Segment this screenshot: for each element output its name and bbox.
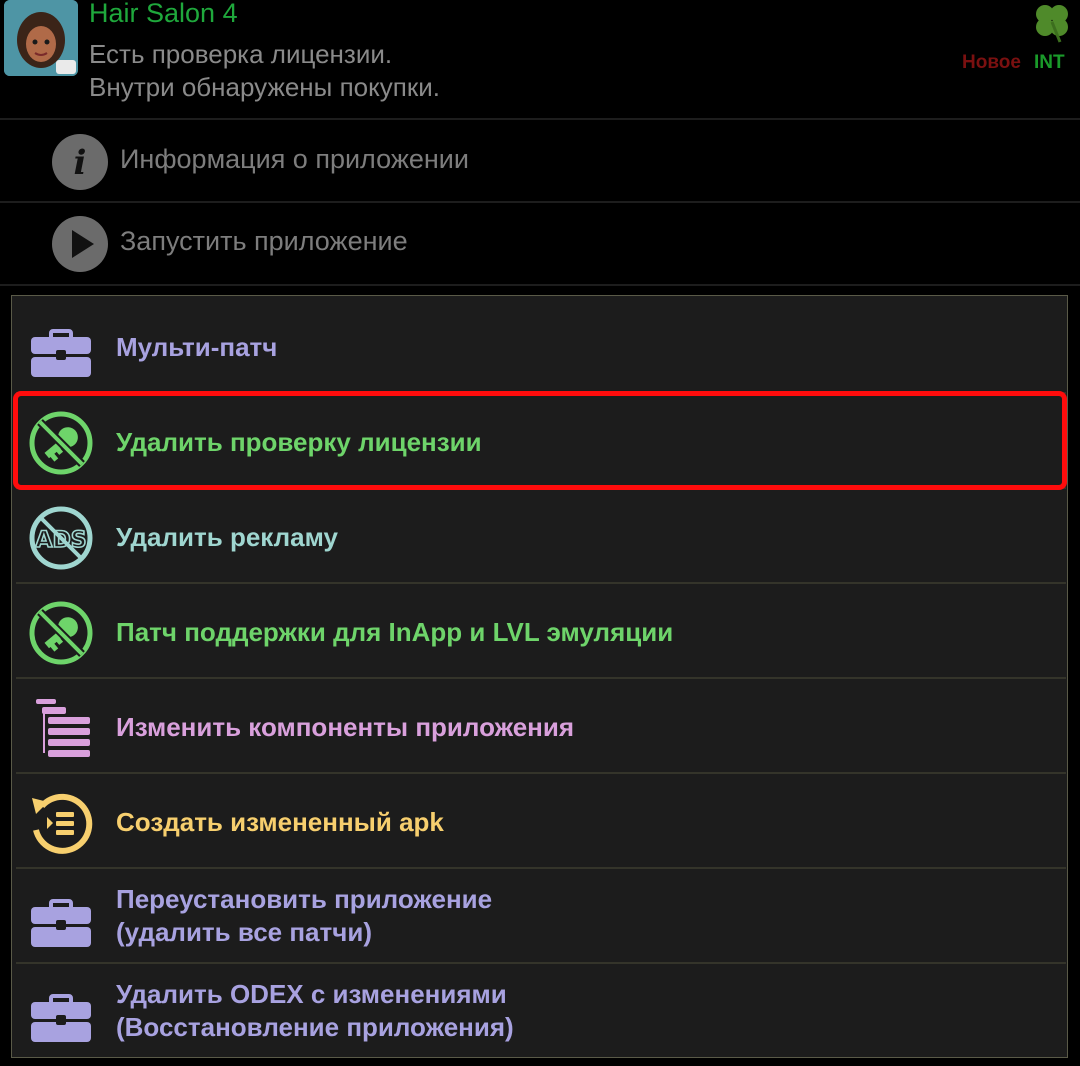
menu-item-create-modified-apk[interactable]: Создать измененный apk xyxy=(16,775,1066,869)
menu-item-label: Удалить рекламу xyxy=(116,522,338,552)
menu-item-change-components[interactable]: Изменить компоненты приложения xyxy=(16,680,1066,774)
menu-item-inapp-lvl-patch[interactable]: Патч поддержки для InApp и LVL эмуляции xyxy=(16,585,1066,679)
app-icon xyxy=(4,0,78,76)
app-description: Есть проверка лицензии. Внутри обнаружен… xyxy=(89,38,440,104)
menu-item-label: Создать измененный apk xyxy=(116,807,444,837)
components-list-icon xyxy=(36,699,90,757)
menu-item-label-line: Удалить ODEX с изменениями xyxy=(116,979,507,1009)
svg-text:i: i xyxy=(74,143,87,183)
no-license-key-icon xyxy=(29,601,93,665)
launch-app-action[interactable]: Запустить приложение xyxy=(0,204,1080,284)
app-header[interactable]: Hair Salon 4 Есть проверка лицензии. Вну… xyxy=(0,0,1080,118)
menu-item-label: Переустановить приложение (удалить все п… xyxy=(116,883,492,949)
toolbox-icon xyxy=(31,994,91,1042)
app-title: Hair Salon 4 xyxy=(89,0,238,28)
app-description-line: Внутри обнаружены покупки. xyxy=(89,72,440,102)
menu-item-label-line: Переустановить приложение xyxy=(116,884,493,914)
menu-item-label: Патч поддержки для InApp и LVL эмуляции xyxy=(116,617,674,647)
app-description-line: Есть проверка лицензии. xyxy=(89,39,393,69)
menu-item-label-line: (удалить все патчи) xyxy=(116,917,372,947)
info-icon: i xyxy=(52,134,108,190)
rebuild-apk-icon xyxy=(32,793,93,854)
menu-item-label-line: (Восстановление приложения) xyxy=(116,1012,514,1042)
divider xyxy=(0,201,1080,203)
action-label: Информация о приложении xyxy=(120,144,469,174)
divider xyxy=(0,284,1080,286)
menu-item-multi-patch[interactable]: Мульти-патч xyxy=(16,300,1066,394)
play-icon xyxy=(52,216,108,272)
no-ads-icon: ADS xyxy=(29,506,93,570)
menu-item-reinstall-app[interactable]: Переустановить приложение (удалить все п… xyxy=(16,870,1066,964)
menu-item-label: Удалить ODEX с изменениями (Восстановлен… xyxy=(116,978,514,1044)
divider xyxy=(0,118,1080,120)
menu-item-label: Изменить компоненты приложения xyxy=(116,712,575,742)
selection-highlight xyxy=(13,391,1067,490)
toolbox-icon xyxy=(31,329,91,377)
menu-item-remove-odex[interactable]: Удалить ODEX с изменениями (Восстановлен… xyxy=(16,965,1066,1059)
menu-item-remove-ads[interactable]: ADS Удалить рекламу xyxy=(16,490,1066,584)
new-badge: Новое xyxy=(962,52,1021,73)
clover-icon xyxy=(1036,5,1068,43)
app-info-action[interactable]: i Информация о приложении xyxy=(0,122,1080,202)
int-badge: INT xyxy=(1034,52,1065,73)
menu-item-label: Мульти-патч xyxy=(116,332,278,362)
toolbox-icon xyxy=(31,899,91,947)
action-label: Запустить приложение xyxy=(120,226,408,256)
